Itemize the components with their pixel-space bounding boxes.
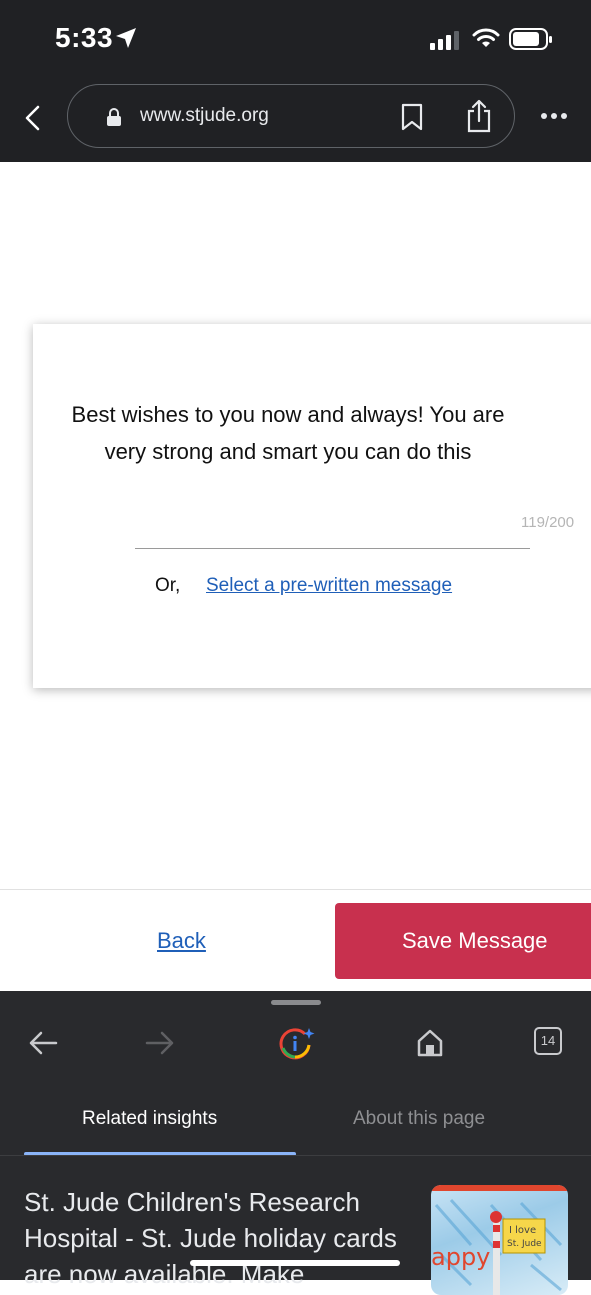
message-textarea[interactable]: Best wishes to you now and always! You a… [53,396,523,470]
prewritten-message-link[interactable]: Select a pre-written message [206,575,452,597]
arrow-right-icon[interactable] [145,1030,175,1056]
home-indicator [190,1260,400,1266]
signal-icon [430,31,459,50]
lock-icon [107,108,121,126]
or-label: Or, [155,575,181,596]
insight-title[interactable]: St. Jude Children's Research Hospital - … [24,1184,404,1292]
back-icon[interactable] [20,103,46,133]
tabs-divider [0,1155,591,1156]
footer-divider [0,889,591,890]
textarea-underline [135,548,530,549]
more-icon[interactable] [540,112,568,120]
save-message-button[interactable]: Save Message [335,903,591,979]
arrow-left-icon[interactable] [28,1030,58,1056]
drag-handle[interactable] [271,1000,321,1005]
google-insights-icon[interactable] [278,1026,316,1060]
tab-switcher-button[interactable]: 14 [534,1027,562,1055]
back-link[interactable]: Back [157,928,206,954]
battery-icon [509,28,552,50]
tab-about-this-page[interactable]: About this page [353,1108,485,1130]
home-icon[interactable] [415,1028,445,1058]
bottom-sheet: 14 Related insights About this page St. … [0,991,591,1295]
tab-related-insights[interactable]: Related insights [82,1108,217,1130]
bookmark-icon[interactable] [401,103,423,131]
message-card: Best wishes to you now and always! You a… [33,324,591,688]
character-counter: 119/200 [521,514,575,531]
status-bar: 5:33 [0,0,591,80]
wifi-icon [472,28,500,47]
location-arrow-icon [116,28,136,48]
thumbnail-caption: appy [431,1243,490,1271]
thumbnail-label-line2: St. Jude [507,1239,542,1249]
address-bar[interactable]: www.stjude.org [67,84,515,148]
insight-thumbnail[interactable]: I love St. Jude appy [431,1185,568,1295]
thumbnail-label-line1: I love [509,1225,536,1236]
status-time: 5:33 [55,22,114,53]
share-icon[interactable] [466,99,492,133]
browser-toolbar: www.stjude.org [0,80,591,162]
url-text: www.stjude.org [140,105,269,126]
